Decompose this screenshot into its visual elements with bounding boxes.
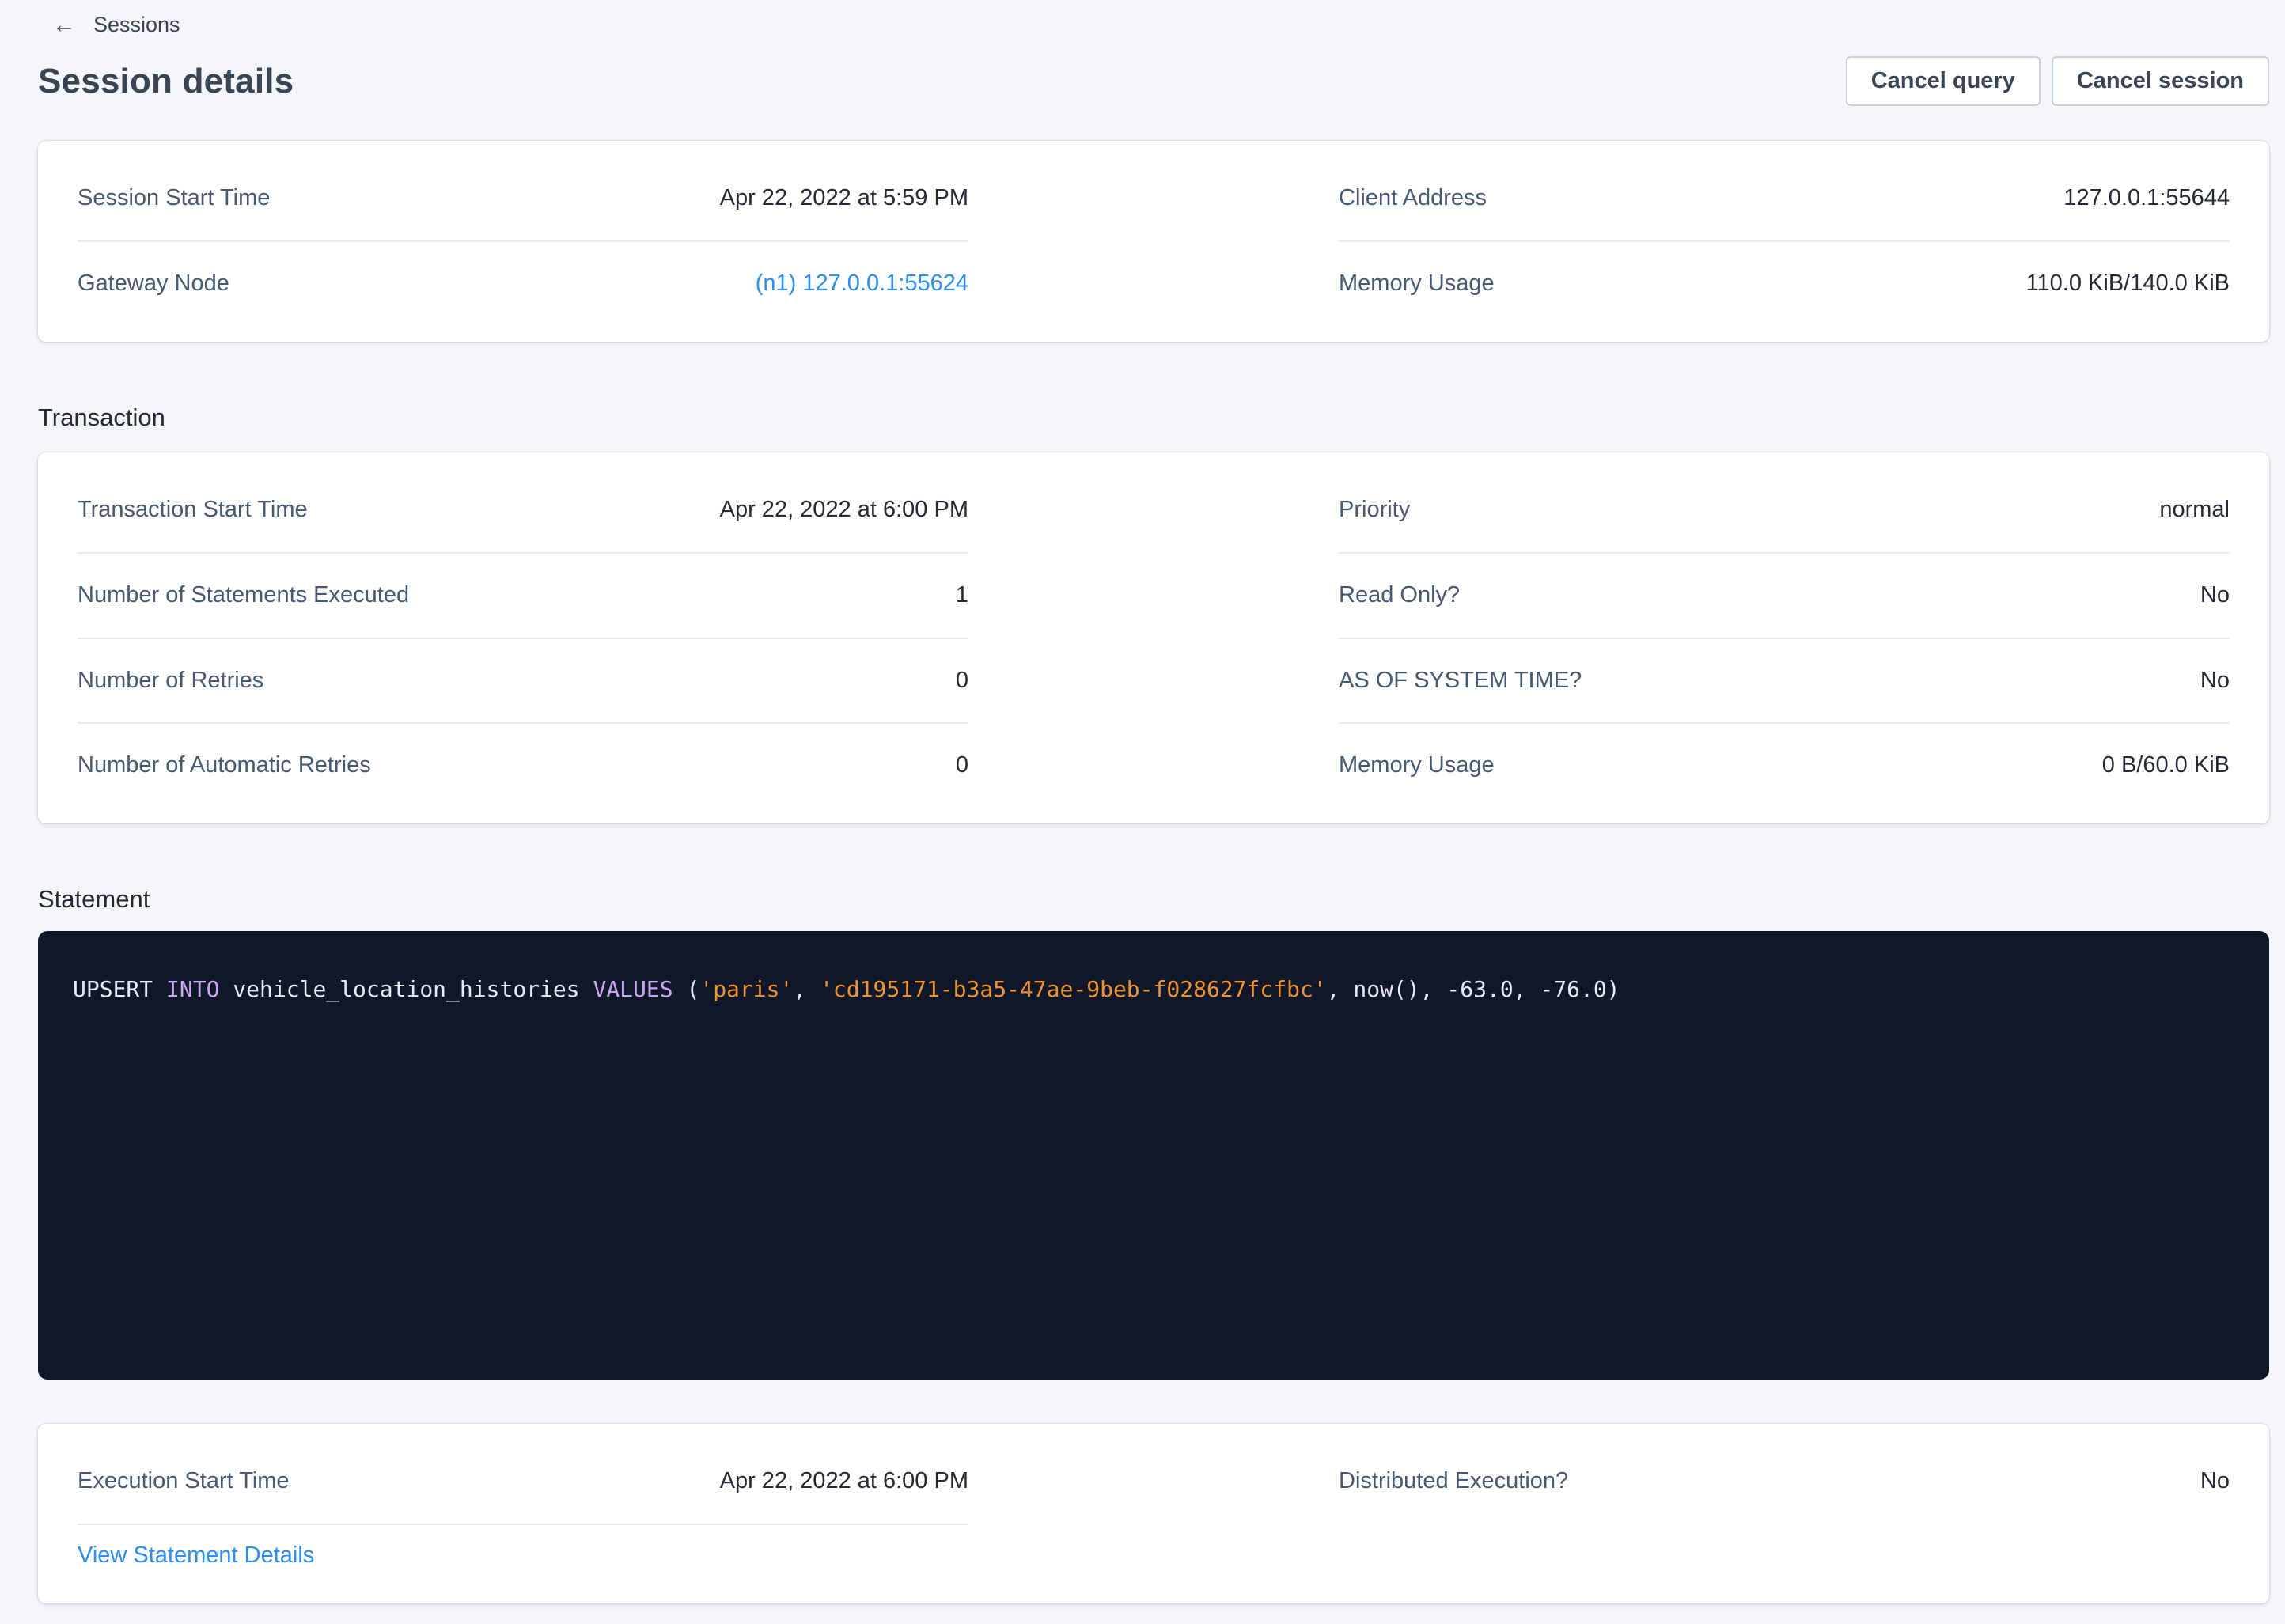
- summary-row-label: Session Start Time: [78, 186, 270, 211]
- summary-row: Read Only? No: [1339, 554, 2230, 639]
- back-to-sessions-link[interactable]: ← Sessions: [52, 13, 180, 37]
- page-title: Session details: [38, 62, 294, 101]
- session-summary-left-column: Session Start Time Apr 22, 2022 at 5:59 P…: [78, 157, 968, 326]
- summary-row-value: 127.0.0.1:55644: [2063, 186, 2230, 211]
- sql-token-string: 'cd195171-b3a5-47ae-9beb-f028627fcfbc': [820, 976, 1327, 1002]
- summary-row: Number of Retries 0: [78, 639, 968, 725]
- sql-token-plain: UPSERT: [73, 976, 166, 1002]
- arrow-left-icon: ←: [52, 13, 76, 37]
- summary-row: AS OF SYSTEM TIME? No: [1339, 639, 2230, 725]
- summary-row-value: No: [2200, 668, 2230, 694]
- summary-row-value: Apr 22, 2022 at 6:00 PM: [720, 498, 968, 523]
- cancel-query-button[interactable]: Cancel query: [1846, 56, 2041, 106]
- summary-row: Number of Automatic Retries 0: [78, 724, 968, 808]
- summary-row-value: No: [2200, 1469, 2230, 1494]
- execution-rows: Execution Start Time Apr 22, 2022 at 6:00…: [78, 1440, 968, 1525]
- summary-row: Transaction Start Time Apr 22, 2022 at 6:…: [78, 468, 968, 554]
- summary-row-label: Memory Usage: [1339, 753, 1495, 778]
- sql-token-string: 'paris': [699, 976, 793, 1002]
- sql-token-keyword: INTO: [166, 976, 219, 1002]
- session-summary-card: Session Start Time Apr 22, 2022 at 5:59 P…: [38, 141, 2269, 342]
- execution-summary-card: Execution Start Time Apr 22, 2022 at 6:00…: [38, 1424, 2269, 1603]
- summary-row-label: Number of Retries: [78, 668, 263, 694]
- summary-row-label: Execution Start Time: [78, 1469, 290, 1494]
- summary-row: Client Address 127.0.0.1:55644: [1339, 157, 2230, 242]
- summary-row-value: normal: [2159, 498, 2230, 523]
- summary-row-value: 0 B/60.0 KiB: [2102, 753, 2230, 778]
- summary-row-value: 0: [956, 668, 968, 694]
- header-actions: Cancel query Cancel session: [1846, 56, 2269, 106]
- summary-row-label: Priority: [1339, 498, 1410, 523]
- sql-token-plain: vehicle_location_histories: [219, 976, 593, 1002]
- view-statement-details-link[interactable]: View Statement Details: [78, 1525, 314, 1588]
- summary-row-label: Distributed Execution?: [1339, 1469, 1568, 1494]
- summary-row-value: 0: [956, 753, 968, 778]
- summary-row-label: Number of Statements Executed: [78, 583, 409, 608]
- session-details-page: ← Sessions Session details Cancel query …: [0, 0, 2285, 1603]
- summary-row-label: Read Only?: [1339, 583, 1460, 608]
- summary-row-value: No: [2200, 583, 2230, 608]
- transaction-right-column: PrioritynormalRead Only?NoAS OF SYSTEM T…: [1339, 468, 2230, 808]
- summary-row-value: 110.0 KiB/140.0 KiB: [2026, 271, 2230, 297]
- sql-token-keyword: VALUES: [593, 976, 673, 1002]
- summary-row-value: 1: [956, 583, 968, 608]
- back-link-label: Sessions: [93, 13, 180, 37]
- sql-token-plain: (: [673, 976, 700, 1002]
- summary-row: Memory Usage 0 B/60.0 KiB: [1339, 724, 2230, 808]
- summary-row: Gateway Node (n1) 127.0.0.1:55624: [78, 242, 968, 326]
- summary-row: Execution Start Time Apr 22, 2022 at 6:00…: [78, 1440, 968, 1525]
- summary-row: Distributed Execution? No: [1339, 1440, 2230, 1524]
- summary-row-label: Number of Automatic Retries: [78, 753, 371, 778]
- session-summary-right-column: Client Address 127.0.0.1:55644 Memory Usag…: [1339, 157, 2230, 326]
- summary-row-label: Transaction Start Time: [78, 498, 308, 523]
- sql-statement-box: UPSERT INTO vehicle_location_histories V…: [38, 931, 2269, 1380]
- summary-row: Memory Usage 110.0 KiB/140.0 KiB: [1339, 242, 2230, 326]
- summary-row: Session Start Time Apr 22, 2022 at 5:59 P…: [78, 157, 968, 242]
- gateway-node-link[interactable]: (n1) 127.0.0.1:55624: [756, 271, 968, 297]
- summary-row-label: Gateway Node: [78, 271, 229, 297]
- section-title-transaction: Transaction: [38, 403, 2269, 432]
- summary-row-label: Memory Usage: [1339, 271, 1495, 297]
- execution-left-column: Execution Start Time Apr 22, 2022 at 6:00…: [78, 1440, 968, 1588]
- execution-right-column: Distributed Execution? No: [1339, 1440, 2230, 1588]
- summary-row-value: Apr 22, 2022 at 6:00 PM: [720, 1469, 968, 1494]
- summary-row: Number of Statements Executed 1: [78, 554, 968, 639]
- transaction-left-column: Transaction Start Time Apr 22, 2022 at 6:…: [78, 468, 968, 808]
- sql-token-plain: , now(), -63.0, -76.0): [1327, 976, 1620, 1002]
- summary-row-label: AS OF SYSTEM TIME?: [1339, 668, 1582, 694]
- summary-row-label: Client Address: [1339, 186, 1487, 211]
- sql-token-plain: ,: [793, 976, 820, 1002]
- page-header: Session details Cancel query Cancel sess…: [38, 56, 2269, 106]
- summary-row-value: Apr 22, 2022 at 5:59 PM: [720, 186, 968, 211]
- section-title-statement: Statement: [38, 885, 2269, 914]
- summary-row: Priority normal: [1339, 468, 2230, 554]
- cancel-session-button[interactable]: Cancel session: [2052, 56, 2269, 106]
- transaction-summary-card: Transaction Start Time Apr 22, 2022 at 6:…: [38, 452, 2269, 824]
